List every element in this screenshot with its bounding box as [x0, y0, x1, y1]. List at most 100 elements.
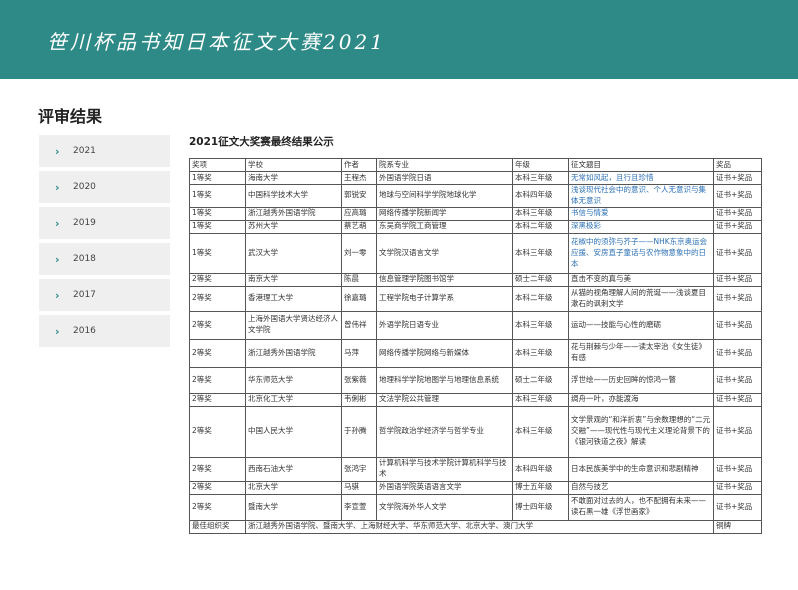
column-header: 征文题目 [568, 158, 714, 172]
school-cell: 北京大学 [245, 480, 342, 495]
table-row: 2等奖 南京大学 陈晨 信息管理学院图书馆学 硕士二年级 直击不变的真与美 证书+奖品 [189, 272, 762, 287]
author-cell: 刘一零 [341, 232, 377, 274]
author-cell: 韦俐彬 [341, 392, 377, 407]
sidebar-year-label: 2019 [73, 218, 96, 228]
prize-cell: 证书+奖品 [713, 405, 762, 458]
author-cell: 张紫薇 [341, 366, 377, 394]
essay-title-link[interactable]: 浅谈现代社会中的意识、个人无意识与集体无意识 [571, 185, 706, 204]
grade-cell: 本科三年级 [512, 338, 569, 368]
grade-cell: 本科三年级 [512, 310, 569, 340]
award-cell: 2等奖 [189, 310, 246, 340]
school-cell: 浙江越秀外国语学院 [245, 338, 342, 368]
table-title: 2021征文大奖赛最终结果公示 [189, 136, 334, 148]
sidebar-year-2021[interactable]: › 2021 [39, 135, 170, 167]
sidebar-year-2018[interactable]: › 2018 [39, 243, 170, 275]
essay-title: 绸舟一叶，亦能渡海 [571, 394, 639, 404]
table-row: 2等奖 华东师范大学 张紫薇 地理科学学院地图学与地理信息系统 硕士二年级 浮世绘——历史… [189, 366, 762, 394]
prize-cell: 证书+奖品 [713, 232, 762, 274]
award-cell: 2等奖 [189, 493, 246, 521]
table-row: 2等奖 浙江越秀外国语学院 马萍 网络传播学院网络与新媒体 本科三年级 花与荆棘与少年——… [189, 338, 762, 368]
school-cell: 浙江越秀外国语学院 [245, 206, 342, 221]
essay-title-cell: 文学景观的“和洋折衷”与余数理想的“二元交融”——现代性与现代主义理论背景下的《… [568, 405, 714, 458]
year-sidebar: › 2021 › 2020 › 2019 › 2018 › 2017 › 2016 [39, 135, 170, 351]
award-cell: 2等奖 [189, 480, 246, 495]
dept-cell: 东吴商学院工商管理 [376, 219, 513, 234]
school-cell: 武汉大学 [245, 232, 342, 274]
essay-title-cell: 浅谈现代社会中的意识、个人无意识与集体无意识 [568, 184, 714, 208]
dept-cell: 地理科学学院地图学与地理信息系统 [376, 366, 513, 394]
grade-cell: 博士四年级 [512, 493, 569, 521]
sidebar-year-label: 2016 [73, 326, 96, 336]
sidebar-year-2017[interactable]: › 2017 [39, 279, 170, 311]
essay-title: 花与荆棘与少年——读太宰治《女生徒》有感 [571, 342, 706, 363]
prize-cell: 证书+奖品 [713, 338, 762, 368]
award-cell: 最佳组织奖 [189, 519, 246, 534]
table-row-org-award: 最佳组织奖 浙江越秀外国语学院、暨南大学、上海财经大学、华东师范大学、北京大学、澳… [189, 519, 762, 534]
table-row: 2等奖 北京化工大学 韦俐彬 文法学院公共管理 本科三年级 绸舟一叶，亦能渡海 证书+奖品 [189, 392, 762, 407]
grade-cell: 本科三年级 [512, 392, 569, 407]
dept-cell: 哲学院政治学经济学与哲学专业 [376, 405, 513, 458]
chevron-right-icon: › [55, 324, 60, 338]
grade-cell: 博士五年级 [512, 480, 569, 495]
essay-title-link[interactable]: 无常如风起，且行且珍惜 [571, 173, 654, 182]
table-row: 1等奖 海南大学 王程杰 外国语学院日语 本科三年级 无常如风起，且行且珍惜 证书+奖品 [189, 171, 762, 185]
table-row: 1等奖 浙江越秀外国语学院 应高璐 网络传播学院新闻学 本科三年级 书信与情爱 证书+奖品 [189, 206, 762, 221]
table-row: 2等奖 西南石油大学 张鸿宇 计算机科学与技术学院计算机科学与技术 本科四年级 日本民族美… [189, 456, 762, 482]
table-header-row: 奖项 学校 作者 院系专业 年级 征文题目 奖品 [189, 158, 762, 172]
sidebar-year-2020[interactable]: › 2020 [39, 171, 170, 203]
essay-title-link[interactable]: 深黑极彩 [571, 221, 601, 230]
banner-title: 笹川杯品书知日本征文大赛2021 [47, 30, 386, 54]
table-row: 2等奖 中国人民大学 于孙腾 哲学院政治学经济学与哲学专业 本科三年级 文学景观的“和洋折… [189, 405, 762, 458]
prize-cell: 证书+奖品 [713, 493, 762, 521]
author-cell: 曾伟祥 [341, 310, 377, 340]
site-banner: 笹川杯品书知日本征文大赛2021 [0, 0, 798, 79]
school-cell: 南京大学 [245, 272, 342, 287]
chevron-right-icon: › [55, 144, 60, 158]
award-cell: 1等奖 [189, 232, 246, 274]
award-cell: 2等奖 [189, 285, 246, 312]
essay-title-link[interactable]: 花椒中的须弥与芥子——NHK东京奥运会应援、安房直子童话与农作物意象中的日本 [571, 237, 707, 268]
award-cell: 2等奖 [189, 366, 246, 394]
author-cell: 郭锐安 [341, 184, 377, 208]
grade-cell: 本科四年级 [512, 456, 569, 482]
school-cell: 上海外国语大学贤达经济人文学院 [245, 310, 342, 340]
table-row: 2等奖 上海外国语大学贤达经济人文学院 曾伟祥 外语学院日语专业 本科三年级 运动——技能… [189, 310, 762, 340]
author-cell: 马萍 [341, 338, 377, 368]
sidebar-year-2019[interactable]: › 2019 [39, 207, 170, 239]
school-cell: 暨南大学 [245, 493, 342, 521]
dept-cell: 工程学院电子计算学系 [376, 285, 513, 312]
award-cell: 2等奖 [189, 392, 246, 407]
essay-title-cell: 无常如风起，且行且珍惜 [568, 171, 714, 185]
essay-title: 运动——技能与心性的磨砺 [571, 319, 661, 329]
sidebar-year-label: 2018 [73, 254, 96, 264]
award-cell: 1等奖 [189, 171, 246, 185]
essay-title: 日本民族美学中的生命意识和悲剧精神 [571, 463, 699, 473]
prize-cell: 证书+奖品 [713, 219, 762, 234]
author-cell: 马骐 [341, 480, 377, 495]
author-cell: 张鸿宇 [341, 456, 377, 482]
school-cell: 中国科学技术大学 [245, 184, 342, 208]
author-cell: 应高璐 [341, 206, 377, 221]
prize-cell: 铜牌 [713, 519, 762, 534]
prize-cell: 证书+奖品 [713, 392, 762, 407]
dept-cell: 外国语学院日语 [376, 171, 513, 185]
grade-cell: 本科二年级 [512, 219, 569, 234]
essay-title-link[interactable]: 书信与情爱 [571, 208, 609, 217]
school-cell: 香港理工大学 [245, 285, 342, 312]
grade-cell: 本科三年级 [512, 206, 569, 221]
table-row: 2等奖 香港理工大学 徐嘉璐 工程学院电子计算学系 本科二年级 从猫的视角理解人间的荒诞—… [189, 285, 762, 312]
prize-cell: 证书+奖品 [713, 171, 762, 185]
results-table: 奖项 学校 作者 院系专业 年级 征文题目 奖品 1等奖 海南大学 王程杰 外国语学院日语 本科三年… [189, 158, 762, 534]
chevron-right-icon: › [55, 288, 60, 302]
column-header: 院系专业 [376, 158, 513, 172]
essay-title-cell: 不敢面对过去的人，也不配拥有未来——读石黑一雄《浮世画家》 [568, 493, 714, 521]
dept-cell: 信息管理学院图书馆学 [376, 272, 513, 287]
school-cell: 华东师范大学 [245, 366, 342, 394]
school-cell: 苏州大学 [245, 219, 342, 234]
award-cell: 2等奖 [189, 272, 246, 287]
sidebar-year-2016[interactable]: › 2016 [39, 315, 170, 347]
essay-title-cell: 书信与情爱 [568, 206, 714, 221]
page-title: 评审结果 [38, 107, 103, 126]
dept-cell: 计算机科学与技术学院计算机科学与技术 [376, 456, 513, 482]
sidebar-year-label: 2020 [73, 182, 96, 192]
